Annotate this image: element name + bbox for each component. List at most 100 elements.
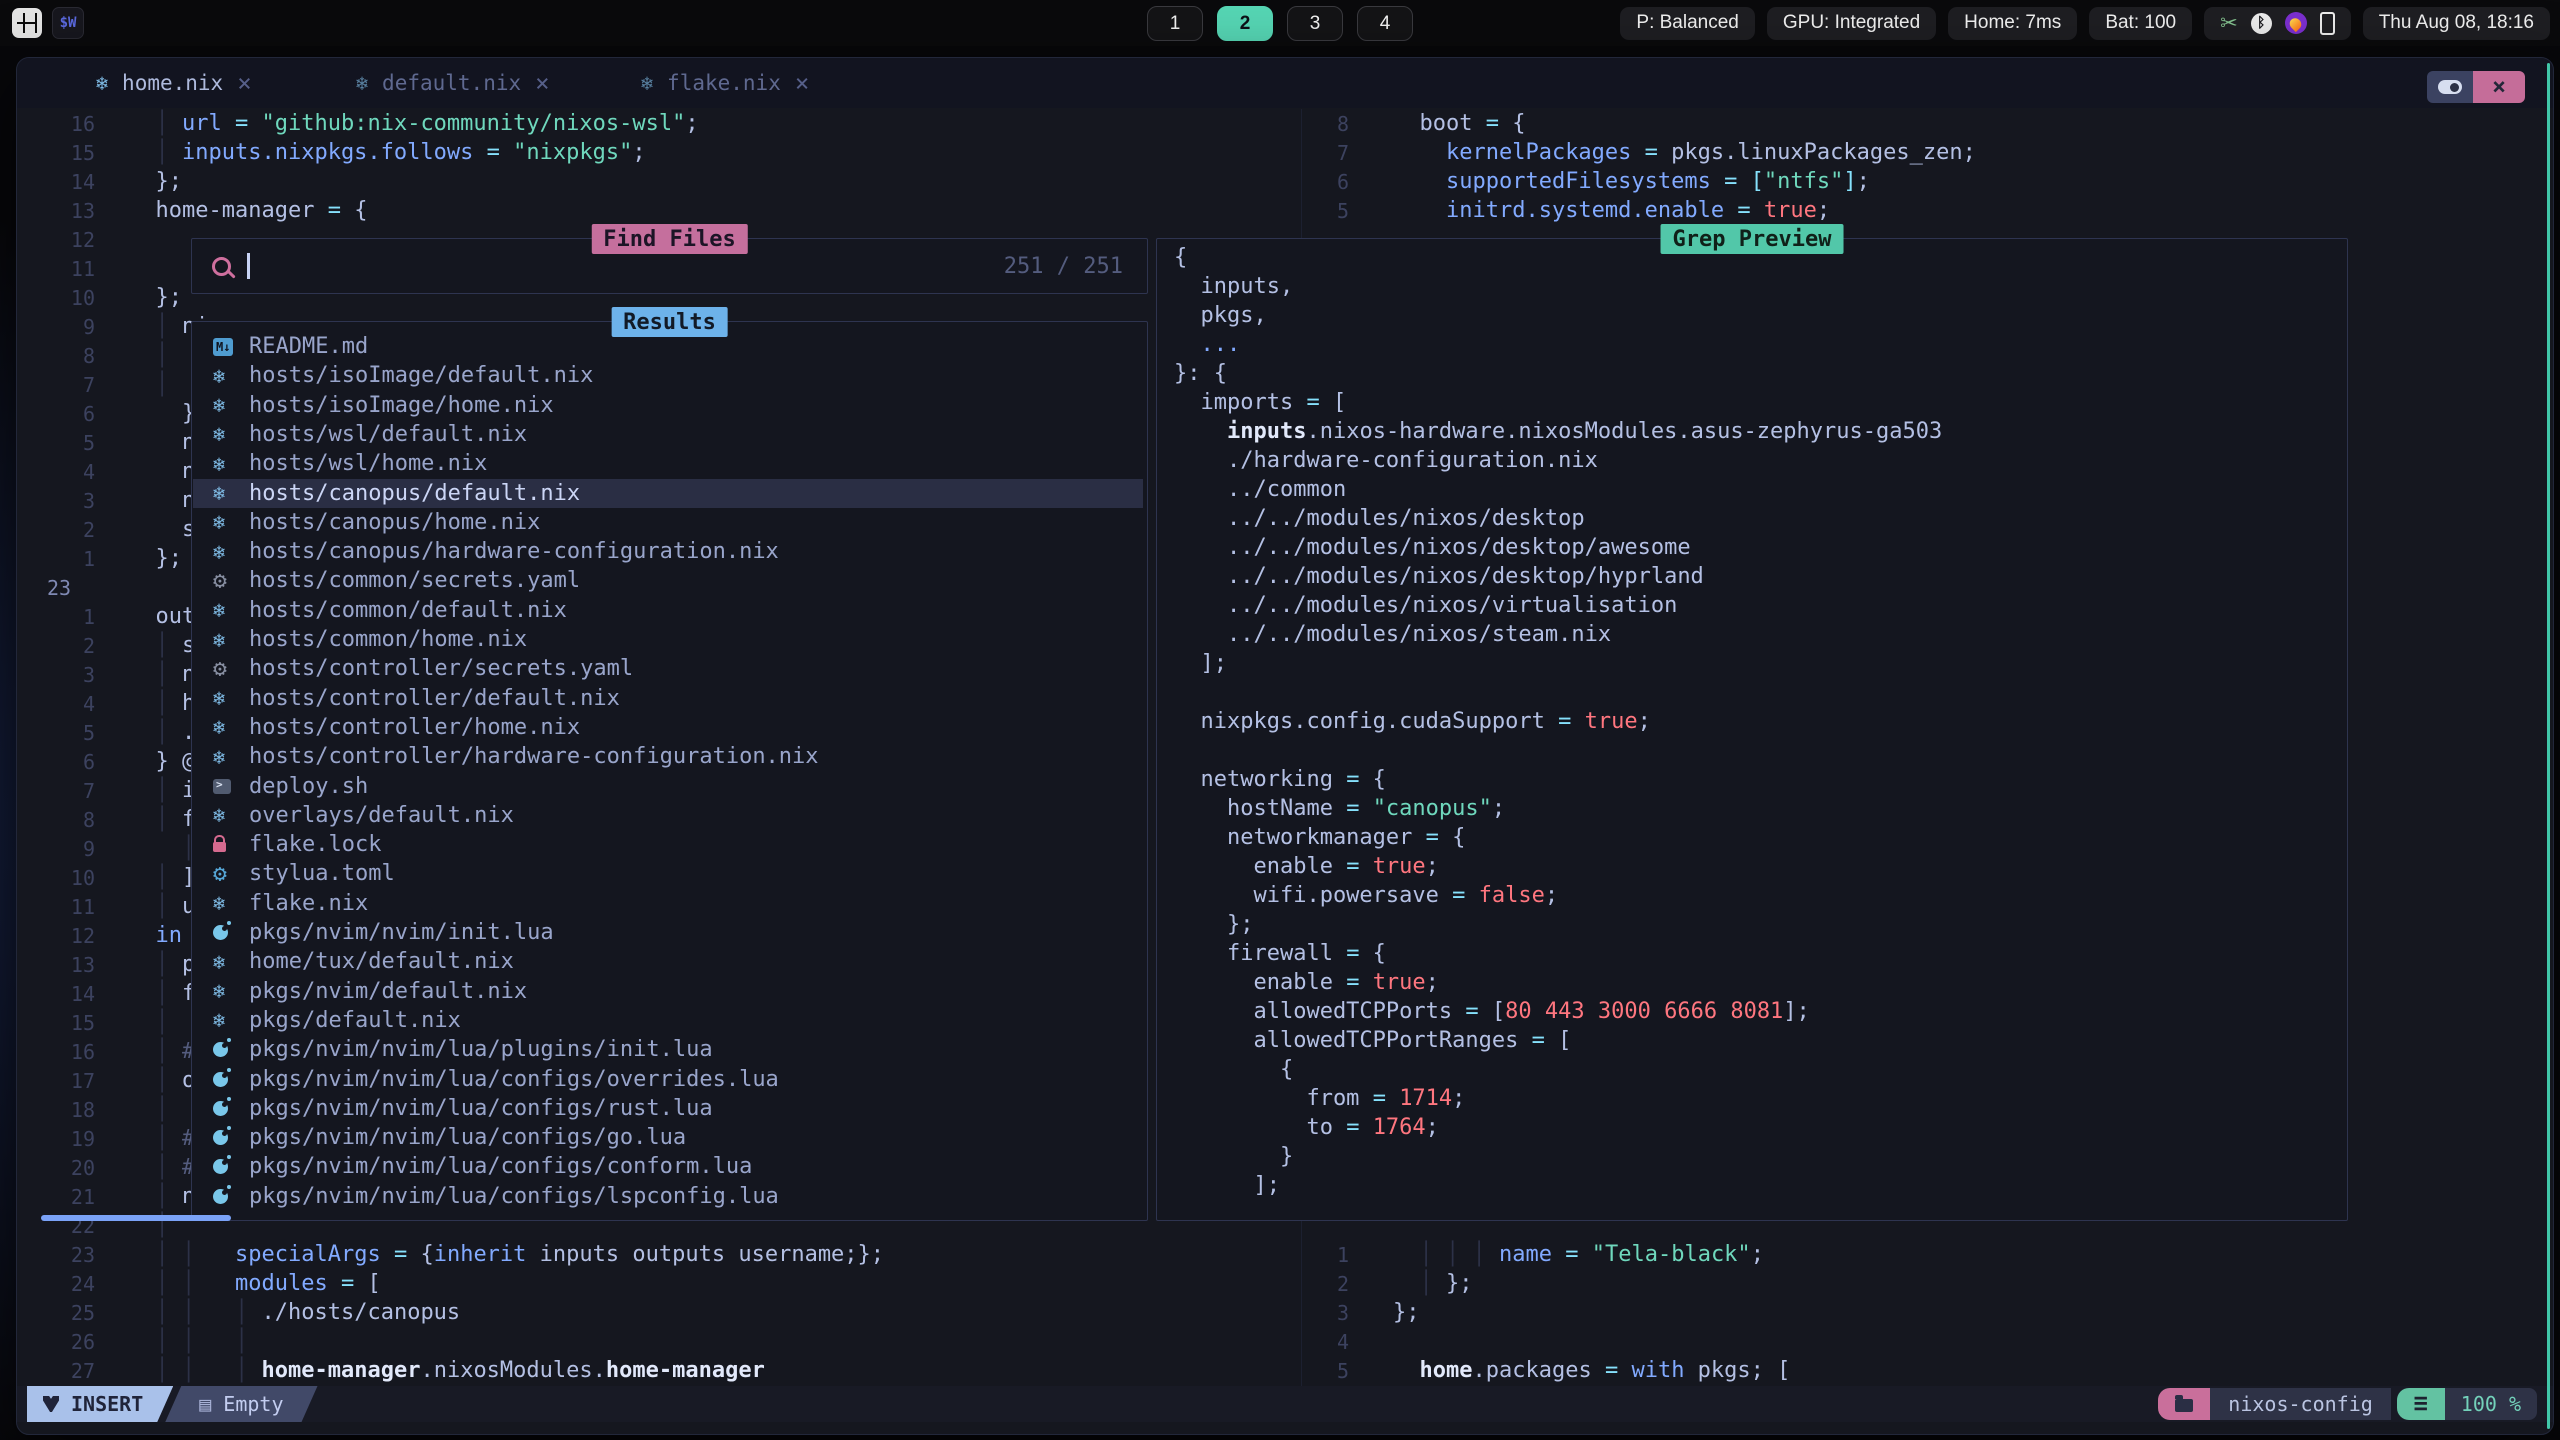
result-item[interactable]: hosts/controller/secrets.yaml [193, 654, 1143, 683]
line-number: 24 [37, 1272, 95, 1296]
workspace-button-3[interactable]: 3 [1287, 6, 1343, 41]
line-number: 16 [37, 1040, 95, 1064]
result-item[interactable]: hosts/controller/default.nix [193, 684, 1143, 713]
line-number: 5 [37, 721, 95, 745]
scissors-icon[interactable]: ✂ [2220, 13, 2238, 34]
result-item[interactable]: pkgs/nvim/default.nix [193, 977, 1143, 1006]
result-label: pkgs/nvim/nvim/lua/configs/rust.lua [249, 1096, 713, 1121]
nix-file-icon [213, 628, 225, 652]
launcher-key-icon[interactable]: $W [52, 7, 84, 39]
gear-file-icon [213, 568, 227, 594]
code-line: ../common [1174, 475, 2474, 504]
result-item[interactable]: overlays/default.nix [193, 801, 1143, 830]
result-item[interactable]: hosts/wsl/default.nix [193, 420, 1143, 449]
result-item[interactable]: pkgs/nvim/nvim/lua/plugins/init.lua [193, 1035, 1143, 1064]
tab-close-icon[interactable] [795, 69, 809, 97]
result-item[interactable]: hosts/common/secrets.yaml [193, 566, 1143, 595]
lua-file-icon [213, 1189, 228, 1204]
line-number: 1 [37, 547, 95, 571]
code-line: }; [1174, 910, 2474, 939]
result-item[interactable]: stylua.toml [193, 859, 1143, 888]
code-line: inputs.nixos-hardware.nixosModules.asus-… [1174, 417, 2474, 446]
lua-file-icon [213, 1101, 228, 1116]
line-number: 23 [37, 576, 105, 600]
window-close-button[interactable]: × [2473, 71, 2525, 103]
result-counter: 251 / 251 [1004, 254, 1123, 279]
code-line: networkmanager = { [1174, 823, 2474, 852]
result-item[interactable]: pkgs/nvim/nvim/lua/configs/conform.lua [193, 1152, 1143, 1181]
find-files-prompt[interactable]: Find Files 251 / 251 [191, 238, 1148, 294]
result-label: pkgs/nvim/default.nix [249, 979, 527, 1004]
tab-home-nix[interactable]: home.nix [96, 58, 252, 108]
result-item[interactable]: flake.nix [193, 889, 1143, 918]
result-label: pkgs/nvim/nvim/lua/configs/lspconfig.lua [249, 1184, 779, 1209]
right-editor-pane-top[interactable]: 8 boot = {7 kernelPackages = pkgs.linuxP… [1309, 109, 2549, 229]
result-label: hosts/isoImage/home.nix [249, 393, 554, 418]
result-item[interactable]: deploy.sh [193, 772, 1143, 801]
scroll-percent: 100 % [2445, 1388, 2537, 1420]
workspace-button-4[interactable]: 4 [1357, 6, 1413, 41]
result-item[interactable]: pkgs/nvim/nvim/lua/configs/rust.lua [193, 1094, 1143, 1123]
line-number: 8 [1309, 112, 1349, 136]
file-icon [199, 1392, 211, 1416]
result-item[interactable]: hosts/common/default.nix [193, 596, 1143, 625]
toggle-button[interactable] [2427, 71, 2473, 103]
line-number: 4 [37, 692, 95, 716]
apps-grid-icon[interactable] [12, 8, 42, 38]
result-item[interactable]: pkgs/nvim/nvim/init.lua [193, 918, 1143, 947]
result-item[interactable]: hosts/canopus/default.nix [193, 479, 1143, 508]
workspace-button-1[interactable]: 1 [1147, 6, 1203, 41]
result-item[interactable]: pkgs/default.nix [193, 1006, 1143, 1035]
folder-pill [2158, 1388, 2210, 1420]
tab-close-icon[interactable] [237, 69, 251, 97]
result-item[interactable]: hosts/wsl/home.nix [193, 449, 1143, 478]
line-number: 2 [37, 518, 95, 542]
tab-default-nix[interactable]: default.nix [356, 58, 550, 108]
toggle-icon [2438, 80, 2462, 94]
nix-file-icon [213, 598, 225, 622]
tab-flake-nix[interactable]: flake.nix [641, 58, 809, 108]
results-panel: Results M↓README.mdhosts/isoImage/defaul… [191, 321, 1148, 1221]
result-item[interactable]: hosts/common/home.nix [193, 625, 1143, 654]
phone-icon[interactable] [2320, 12, 2335, 35]
right-editor-pane-bottom[interactable]: 1 │ │ │ name = "Tela-black";2 │ };3};45 … [1309, 1240, 2549, 1390]
lua-file-icon [213, 1159, 228, 1174]
nix-file-icon [213, 393, 225, 417]
code-line: ]; [1174, 1171, 2474, 1200]
result-item[interactable]: pkgs/nvim/nvim/lua/configs/lspconfig.lua [193, 1182, 1143, 1211]
folder-icon [2175, 1399, 2193, 1412]
window-scrollbar-accent[interactable] [2547, 63, 2550, 1429]
code-line: imports = [ [1174, 388, 2474, 417]
result-label: hosts/canopus/default.nix [249, 481, 580, 506]
code-line: hostName = "canopus"; [1174, 794, 2474, 823]
result-item[interactable]: hosts/canopus/home.nix [193, 508, 1143, 537]
search-icon [212, 257, 231, 276]
code-line: 24 │ │ modules = [ [37, 1269, 1337, 1298]
text-cursor [247, 253, 250, 279]
code-line: to = 1764; [1174, 1113, 2474, 1142]
result-item[interactable]: pkgs/nvim/nvim/lua/configs/go.lua [193, 1123, 1143, 1152]
nix-file-icon [96, 71, 108, 95]
result-item[interactable]: hosts/isoImage/default.nix [193, 361, 1143, 390]
workspace-button-2[interactable]: 2 [1217, 6, 1273, 41]
result-item[interactable]: hosts/controller/hardware-configuration.… [193, 742, 1143, 771]
flame-icon[interactable] [2285, 12, 2307, 34]
line-number: 14 [37, 982, 95, 1006]
tab-close-icon[interactable] [535, 69, 549, 97]
bluetooth-icon[interactable]: ᛒ [2251, 13, 2272, 34]
code-line: 1 │ │ │ name = "Tela-black"; [1309, 1240, 2554, 1269]
desktop: $W 1234 P: Balanced GPU: Integrated Home… [0, 0, 2560, 1440]
line-number: 1 [37, 605, 95, 629]
result-item[interactable]: pkgs/nvim/nvim/lua/configs/overrides.lua [193, 1065, 1143, 1094]
result-label: hosts/common/home.nix [249, 627, 527, 652]
project-label: nixos-config [2210, 1388, 2391, 1420]
code-line: inputs, [1174, 272, 2474, 301]
result-item[interactable]: hosts/isoImage/home.nix [193, 391, 1143, 420]
nix-file-icon [213, 422, 225, 446]
scrollbar-segment[interactable] [41, 1215, 231, 1221]
line-number: 26 [37, 1330, 95, 1354]
result-item[interactable]: flake.lock [193, 830, 1143, 859]
result-item[interactable]: hosts/canopus/hardware-configuration.nix [193, 537, 1143, 566]
result-item[interactable]: hosts/controller/home.nix [193, 713, 1143, 742]
result-item[interactable]: home/tux/default.nix [193, 947, 1143, 976]
